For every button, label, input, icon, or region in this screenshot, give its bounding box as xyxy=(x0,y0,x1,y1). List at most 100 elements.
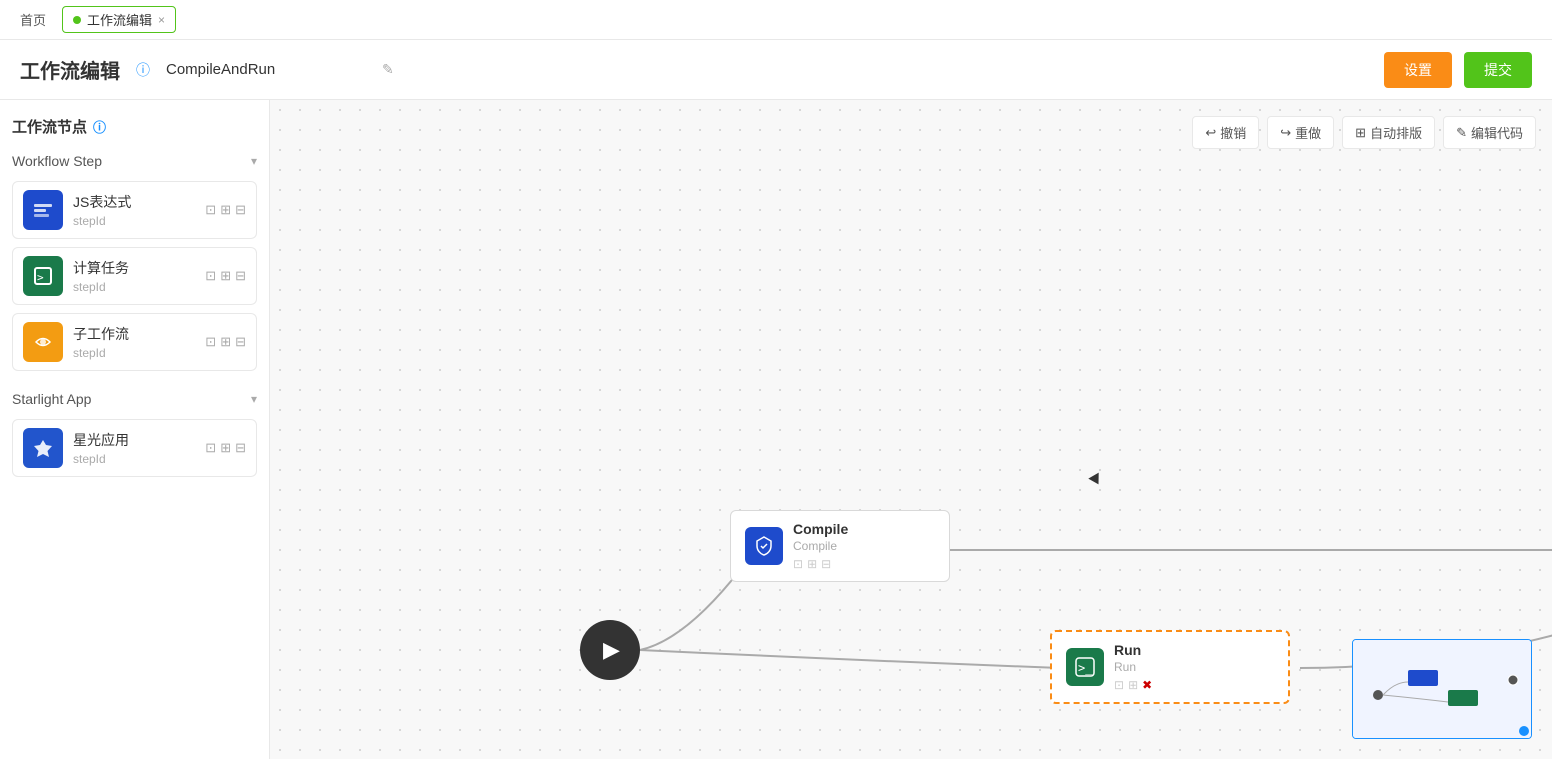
start-icon: ▶ xyxy=(603,637,620,663)
undo-label: 撤销 xyxy=(1220,123,1246,142)
redo-icon: ↪ xyxy=(1280,125,1291,141)
node-name-js: JS表达式 xyxy=(73,192,205,212)
node-name-compute: 计算任务 xyxy=(73,258,205,278)
top-nav: 首页 工作流编辑 × xyxy=(0,0,1552,40)
mini-map-inner xyxy=(1353,640,1531,738)
node-id-js: stepId xyxy=(73,214,205,228)
node-name-subflow: 子工作流 xyxy=(73,324,205,344)
run-action-edit[interactable]: ⊞ xyxy=(1128,678,1138,692)
compile-node-info: Compile Compile ⊡ ⊞ ⊟ xyxy=(793,521,935,571)
header-bar: 工作流编辑 ⓘ ✎ 设置 提交 xyxy=(0,40,1552,100)
header-actions: 设置 提交 xyxy=(1384,52,1532,88)
node-delete-icon-js[interactable]: ⊟ xyxy=(235,202,246,218)
auto-layout-label: 自动排版 xyxy=(1370,123,1422,142)
run-node-info: Run Run ⊡ ⊞ ✖ xyxy=(1114,642,1274,692)
group-header-workflow-step[interactable]: Workflow Step ▾ xyxy=(12,149,257,173)
node-actions-js: ⊡ ⊞ ⊟ xyxy=(205,202,246,218)
node-actions-starlight: ⊡ ⊞ ⊟ xyxy=(205,440,246,456)
sidebar-info-icon[interactable]: ⓘ xyxy=(93,117,106,136)
submit-button[interactable]: 提交 xyxy=(1464,52,1532,88)
undo-icon: ↩ xyxy=(1205,125,1216,141)
node-card-subflow[interactable]: 子工作流 stepId ⊡ ⊞ ⊟ xyxy=(12,313,257,371)
mini-map[interactable] xyxy=(1352,639,1532,739)
run-node-sub: Run xyxy=(1114,660,1274,674)
run-action-copy[interactable]: ⊡ xyxy=(1114,678,1124,692)
node-copy-icon-subflow[interactable]: ⊡ xyxy=(205,334,216,350)
node-icon-js xyxy=(23,190,63,230)
node-info-starlight: 星光应用 stepId xyxy=(73,430,205,466)
compile-action-delete[interactable]: ⊟ xyxy=(821,557,831,571)
node-delete-icon-starlight[interactable]: ⊟ xyxy=(235,440,246,456)
node-info-js: JS表达式 stepId xyxy=(73,192,205,228)
node-card-js-expression[interactable]: JS表达式 stepId ⊡ ⊞ ⊟ xyxy=(12,181,257,239)
group-header-starlight[interactable]: Starlight App ▾ xyxy=(12,387,257,411)
sidebar-section-title: 工作流节点 ⓘ xyxy=(12,116,257,137)
edit-code-button[interactable]: ✎ 编辑代码 xyxy=(1443,116,1536,149)
node-card-starlight-app[interactable]: 星光应用 stepId ⊡ ⊞ ⊟ xyxy=(12,419,257,477)
group-arrow-workflow-step: ▾ xyxy=(251,154,257,168)
start-node[interactable]: ▶ xyxy=(580,620,640,680)
flow-node-compile[interactable]: Compile Compile ⊡ ⊞ ⊟ xyxy=(730,510,950,582)
auto-layout-button[interactable]: ⊞ 自动排版 xyxy=(1342,116,1435,149)
node-icon-subflow xyxy=(23,322,63,362)
undo-button[interactable]: ↩ 撤销 xyxy=(1192,116,1259,149)
group-arrow-starlight: ▾ xyxy=(251,392,257,406)
redo-label: 重做 xyxy=(1295,123,1321,142)
compile-node-title: Compile xyxy=(793,521,935,537)
node-copy-icon-js[interactable]: ⊡ xyxy=(205,202,216,218)
mini-map-resize-handle[interactable] xyxy=(1519,726,1529,736)
node-id-subflow: stepId xyxy=(73,346,205,360)
node-icon-compute: >_ xyxy=(23,256,63,296)
node-name-starlight: 星光应用 xyxy=(73,430,205,450)
node-edit-icon-js[interactable]: ⊞ xyxy=(220,202,231,218)
run-action-delete[interactable]: ✖ xyxy=(1142,678,1152,692)
node-actions-subflow: ⊡ ⊞ ⊟ xyxy=(205,334,246,350)
nav-tab-workflow[interactable]: 工作流编辑 × xyxy=(62,6,176,33)
run-node-icon: >_ xyxy=(1066,648,1104,686)
run-node-title: Run xyxy=(1114,642,1274,658)
edit-code-icon: ✎ xyxy=(1456,125,1467,141)
nav-home[interactable]: 首页 xyxy=(12,6,54,33)
auto-layout-icon: ⊞ xyxy=(1355,125,1366,141)
svg-text:>_: >_ xyxy=(1078,661,1093,675)
main-layout: 工作流节点 ⓘ Workflow Step ▾ JS表达式 xyxy=(0,100,1552,759)
compile-action-copy[interactable]: ⊡ xyxy=(793,557,803,571)
compile-node-actions: ⊡ ⊞ ⊟ xyxy=(793,557,935,571)
node-edit-icon-subflow[interactable]: ⊞ xyxy=(220,334,231,350)
node-copy-icon-starlight[interactable]: ⊡ xyxy=(205,440,216,456)
node-info-compute: 计算任务 stepId xyxy=(73,258,205,294)
header-info-icon[interactable]: ⓘ xyxy=(136,60,150,80)
edit-code-label: 编辑代码 xyxy=(1471,123,1523,142)
tab-close-icon[interactable]: × xyxy=(158,13,165,27)
compile-action-edit[interactable]: ⊞ xyxy=(807,557,817,571)
workflow-name-input[interactable] xyxy=(166,61,366,78)
run-node-actions: ⊡ ⊞ ✖ xyxy=(1114,678,1274,692)
sidebar: 工作流节点 ⓘ Workflow Step ▾ JS表达式 xyxy=(0,100,270,759)
edit-name-icon[interactable]: ✎ xyxy=(382,61,394,78)
settings-button[interactable]: 设置 xyxy=(1384,52,1452,88)
node-copy-icon-compute[interactable]: ⊡ xyxy=(205,268,216,284)
canvas-area[interactable]: ↩ 撤销 ↪ 重做 ⊞ 自动排版 ✎ 编辑代码 xyxy=(270,100,1552,759)
node-info-subflow: 子工作流 stepId xyxy=(73,324,205,360)
node-delete-icon-compute[interactable]: ⊟ xyxy=(235,268,246,284)
node-card-compute[interactable]: >_ 计算任务 stepId ⊡ ⊞ ⊟ xyxy=(12,247,257,305)
canvas-toolbar: ↩ 撤销 ↪ 重做 ⊞ 自动排版 ✎ 编辑代码 xyxy=(1192,116,1536,149)
compile-node-sub: Compile xyxy=(793,539,935,553)
node-delete-icon-subflow[interactable]: ⊟ xyxy=(235,334,246,350)
node-edit-icon-starlight[interactable]: ⊞ xyxy=(220,440,231,456)
cursor-indicator xyxy=(1088,473,1103,488)
sidebar-group-workflow-step: Workflow Step ▾ JS表达式 stepId ⊡ xyxy=(12,149,257,371)
redo-button[interactable]: ↪ 重做 xyxy=(1267,116,1334,149)
group-label-workflow-step: Workflow Step xyxy=(12,153,102,169)
node-edit-icon-compute[interactable]: ⊞ xyxy=(220,268,231,284)
svg-text:>_: >_ xyxy=(37,271,51,284)
sidebar-group-starlight: Starlight App ▾ 星光应用 stepId ⊡ ⊞ ⊟ xyxy=(12,387,257,477)
tab-dot xyxy=(73,16,81,24)
page-title: 工作流编辑 xyxy=(20,55,120,84)
group-label-starlight: Starlight App xyxy=(12,391,91,407)
node-id-compute: stepId xyxy=(73,280,205,294)
flow-node-run[interactable]: >_ Run Run ⊡ ⊞ ✖ xyxy=(1050,630,1290,704)
node-actions-compute: ⊡ ⊞ ⊟ xyxy=(205,268,246,284)
node-icon-starlight xyxy=(23,428,63,468)
mini-connections xyxy=(1353,640,1531,738)
